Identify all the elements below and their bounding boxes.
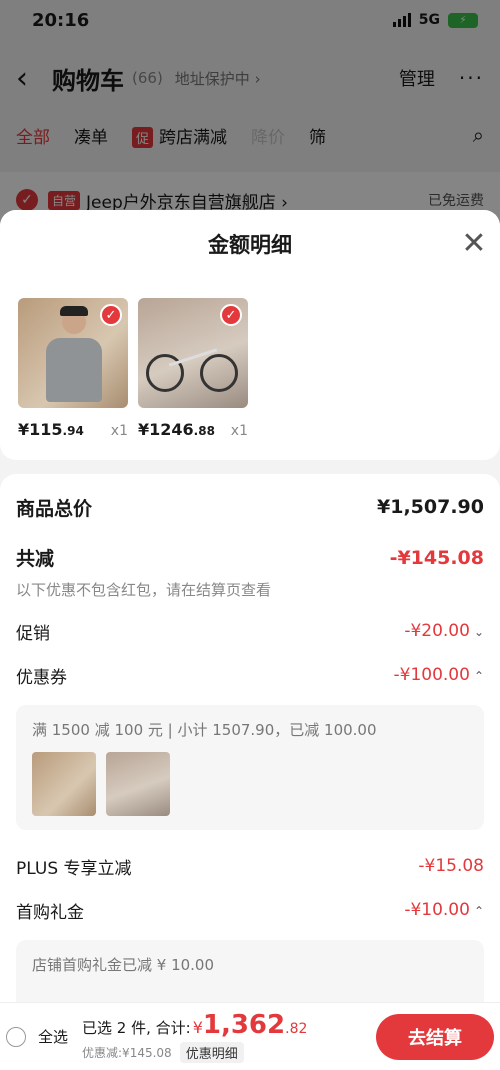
product-price: ¥115.94 bbox=[18, 420, 84, 439]
coupon-product-thumb bbox=[106, 752, 170, 816]
coupon-detail-text: 满 1500 减 100 元 | 小计 1507.90，已减 100.00 bbox=[32, 721, 377, 739]
promo-row[interactable]: 促销 -¥20.00 ⌄ bbox=[16, 609, 484, 653]
sheet-title: 金额明细 bbox=[208, 233, 292, 257]
total-amount: 1,362 bbox=[202, 1010, 286, 1040]
discount-note: 以下优惠不包含红包，请在结算页查看 bbox=[16, 581, 272, 599]
gift-value: -¥10.00 bbox=[404, 900, 470, 920]
coupon-row[interactable]: 优惠券 -¥100.00 ⌃ bbox=[16, 653, 484, 697]
product-item[interactable]: ✓ ¥115.94 x1 bbox=[18, 298, 128, 446]
amount-detail-sheet: 金额明细 ✕ ✓ ¥115.94 x1 ✓ ¥1246.88 x1 商品总价 ¥… bbox=[0, 210, 500, 1070]
gift-detail-text: 店铺首购礼金已减 ¥ 10.00 bbox=[32, 956, 215, 974]
discount-amount: 优惠减:¥145.08 bbox=[82, 1046, 172, 1060]
coupon-product-thumb bbox=[32, 752, 96, 816]
coupon-value: -¥100.00 bbox=[393, 665, 470, 685]
plus-value: -¥15.08 bbox=[418, 856, 484, 876]
selected-count: 已选 2 件, 合计: bbox=[82, 1019, 191, 1037]
product-list: ✓ ¥115.94 x1 ✓ ¥1246.88 x1 bbox=[0, 278, 500, 460]
product-item[interactable]: ✓ ¥1246.88 x1 bbox=[138, 298, 248, 446]
plus-row: PLUS 专享立减 -¥15.08 bbox=[16, 844, 484, 888]
product-image: ✓ bbox=[18, 298, 128, 408]
product-price: ¥1246.88 bbox=[138, 420, 215, 439]
plus-label: PLUS 专享立减 bbox=[16, 858, 132, 879]
select-all-label[interactable]: 全选 bbox=[38, 1026, 68, 1047]
chevron-down-icon: ⌄ bbox=[473, 625, 484, 639]
checkout-button[interactable]: 去结算 bbox=[376, 1013, 494, 1060]
coupon-detail-box: 满 1500 减 100 元 | 小计 1507.90，已减 100.00 bbox=[16, 705, 484, 830]
total-value: ¥1,507.90 bbox=[377, 496, 484, 518]
promo-label: 促销 bbox=[16, 623, 50, 644]
discount-detail-button[interactable]: 优惠明细 bbox=[179, 1042, 244, 1063]
total-row: 商品总价 ¥1,507.90 bbox=[16, 474, 484, 540]
product-qty: x1 bbox=[230, 423, 248, 439]
reduce-label: 共减 bbox=[16, 548, 55, 570]
product-qty: x1 bbox=[110, 423, 128, 439]
reduce-row: 共减 -¥145.08 bbox=[16, 540, 484, 571]
select-all-radio[interactable] bbox=[6, 1026, 26, 1047]
price-breakdown: 商品总价 ¥1,507.90 共减 -¥145.08 以下优惠不包含红包，请在结… bbox=[0, 474, 500, 1070]
coupon-label: 优惠券 bbox=[16, 667, 67, 688]
total-label: 商品总价 bbox=[16, 497, 93, 520]
chevron-up-icon: ⌃ bbox=[473, 669, 484, 683]
product-image: ✓ bbox=[138, 298, 248, 408]
chevron-up-icon: ⌃ bbox=[473, 904, 484, 918]
checkout-bar: 全选 已选 2 件, 合计: ¥ 1,362 .82 优惠减:¥145.08 优… bbox=[0, 1002, 500, 1070]
gift-row[interactable]: 首购礼金 -¥10.00 ⌃ bbox=[16, 888, 484, 932]
reduce-value: -¥145.08 bbox=[389, 546, 484, 569]
check-icon[interactable]: ✓ bbox=[220, 304, 242, 326]
promo-value: -¥20.00 bbox=[404, 621, 470, 641]
check-icon[interactable]: ✓ bbox=[100, 304, 122, 326]
close-icon[interactable]: ✕ bbox=[458, 228, 490, 260]
gift-label: 首购礼金 bbox=[16, 902, 84, 923]
